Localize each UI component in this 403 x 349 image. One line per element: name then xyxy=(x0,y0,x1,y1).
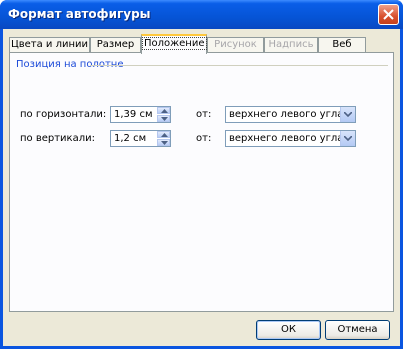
vertical-from-value: верхнего левого угла xyxy=(229,133,344,144)
horizontal-from-value: верхнего левого угла xyxy=(229,109,344,120)
chevron-up-icon xyxy=(161,133,168,137)
window-title: Формат автофигуры xyxy=(8,7,151,21)
horizontal-from-label: от: xyxy=(196,109,212,120)
vertical-label: по вертикали: xyxy=(20,133,95,144)
horizontal-label: по горизонтали: xyxy=(20,109,107,120)
horizontal-position-spinner[interactable]: 1,39 см xyxy=(110,106,171,123)
spin-down-button[interactable] xyxy=(157,115,170,122)
vertical-from-label: от: xyxy=(196,133,212,144)
tab-position[interactable]: Положение xyxy=(141,34,207,54)
chevron-down-icon xyxy=(161,141,168,145)
chevron-up-icon xyxy=(161,109,168,113)
tab-label: Цвета и линии xyxy=(10,39,89,50)
chevron-down-icon xyxy=(344,136,352,141)
vertical-from-select[interactable]: верхнего левого угла xyxy=(225,130,356,147)
vertical-position-spinner[interactable]: 1,2 см xyxy=(110,130,171,147)
tab-panel-position: Позиция на полотне по горизонтали: 1,39 … xyxy=(9,52,394,312)
tab-web[interactable]: Веб xyxy=(318,37,366,53)
vertical-position-value[interactable]: 1,2 см xyxy=(114,133,146,144)
tab-label: Рисунок xyxy=(214,39,257,50)
dropdown-button[interactable] xyxy=(340,107,355,122)
close-button[interactable] xyxy=(378,4,399,25)
title-bar[interactable]: Формат автофигуры xyxy=(0,0,403,29)
dialog-client-area: Цвета и линии Размер Положение Рисунок Н… xyxy=(3,29,400,346)
tab-label: Веб xyxy=(332,39,352,50)
dropdown-button[interactable] xyxy=(340,131,355,146)
spin-up-button[interactable] xyxy=(157,131,170,138)
tab-picture: Рисунок xyxy=(207,37,264,53)
ok-button[interactable]: ОК xyxy=(256,320,321,340)
spin-up-button[interactable] xyxy=(157,107,170,114)
spin-down-button[interactable] xyxy=(157,139,170,146)
horizontal-position-value[interactable]: 1,39 см xyxy=(114,109,153,120)
dialog-window: Формат автофигуры Цвета и линии Размер П… xyxy=(0,0,403,349)
tab-label: Положение xyxy=(142,37,207,50)
spinner-buttons xyxy=(157,107,170,122)
chevron-down-icon xyxy=(344,112,352,117)
tab-strip: Цвета и линии Размер Положение Рисунок Н… xyxy=(9,34,394,54)
horizontal-from-select[interactable]: верхнего левого угла xyxy=(225,106,356,123)
tab-label: Размер xyxy=(96,39,135,50)
tab-size[interactable]: Размер xyxy=(90,37,141,53)
chevron-down-icon xyxy=(161,117,168,121)
group-divider xyxy=(90,65,388,66)
tab-textbox: Надпись xyxy=(264,37,318,53)
cancel-button[interactable]: Отмена xyxy=(325,320,390,340)
spinner-buttons xyxy=(157,131,170,146)
tab-label: Надпись xyxy=(268,39,314,50)
tab-colors-lines[interactable]: Цвета и линии xyxy=(9,37,90,53)
